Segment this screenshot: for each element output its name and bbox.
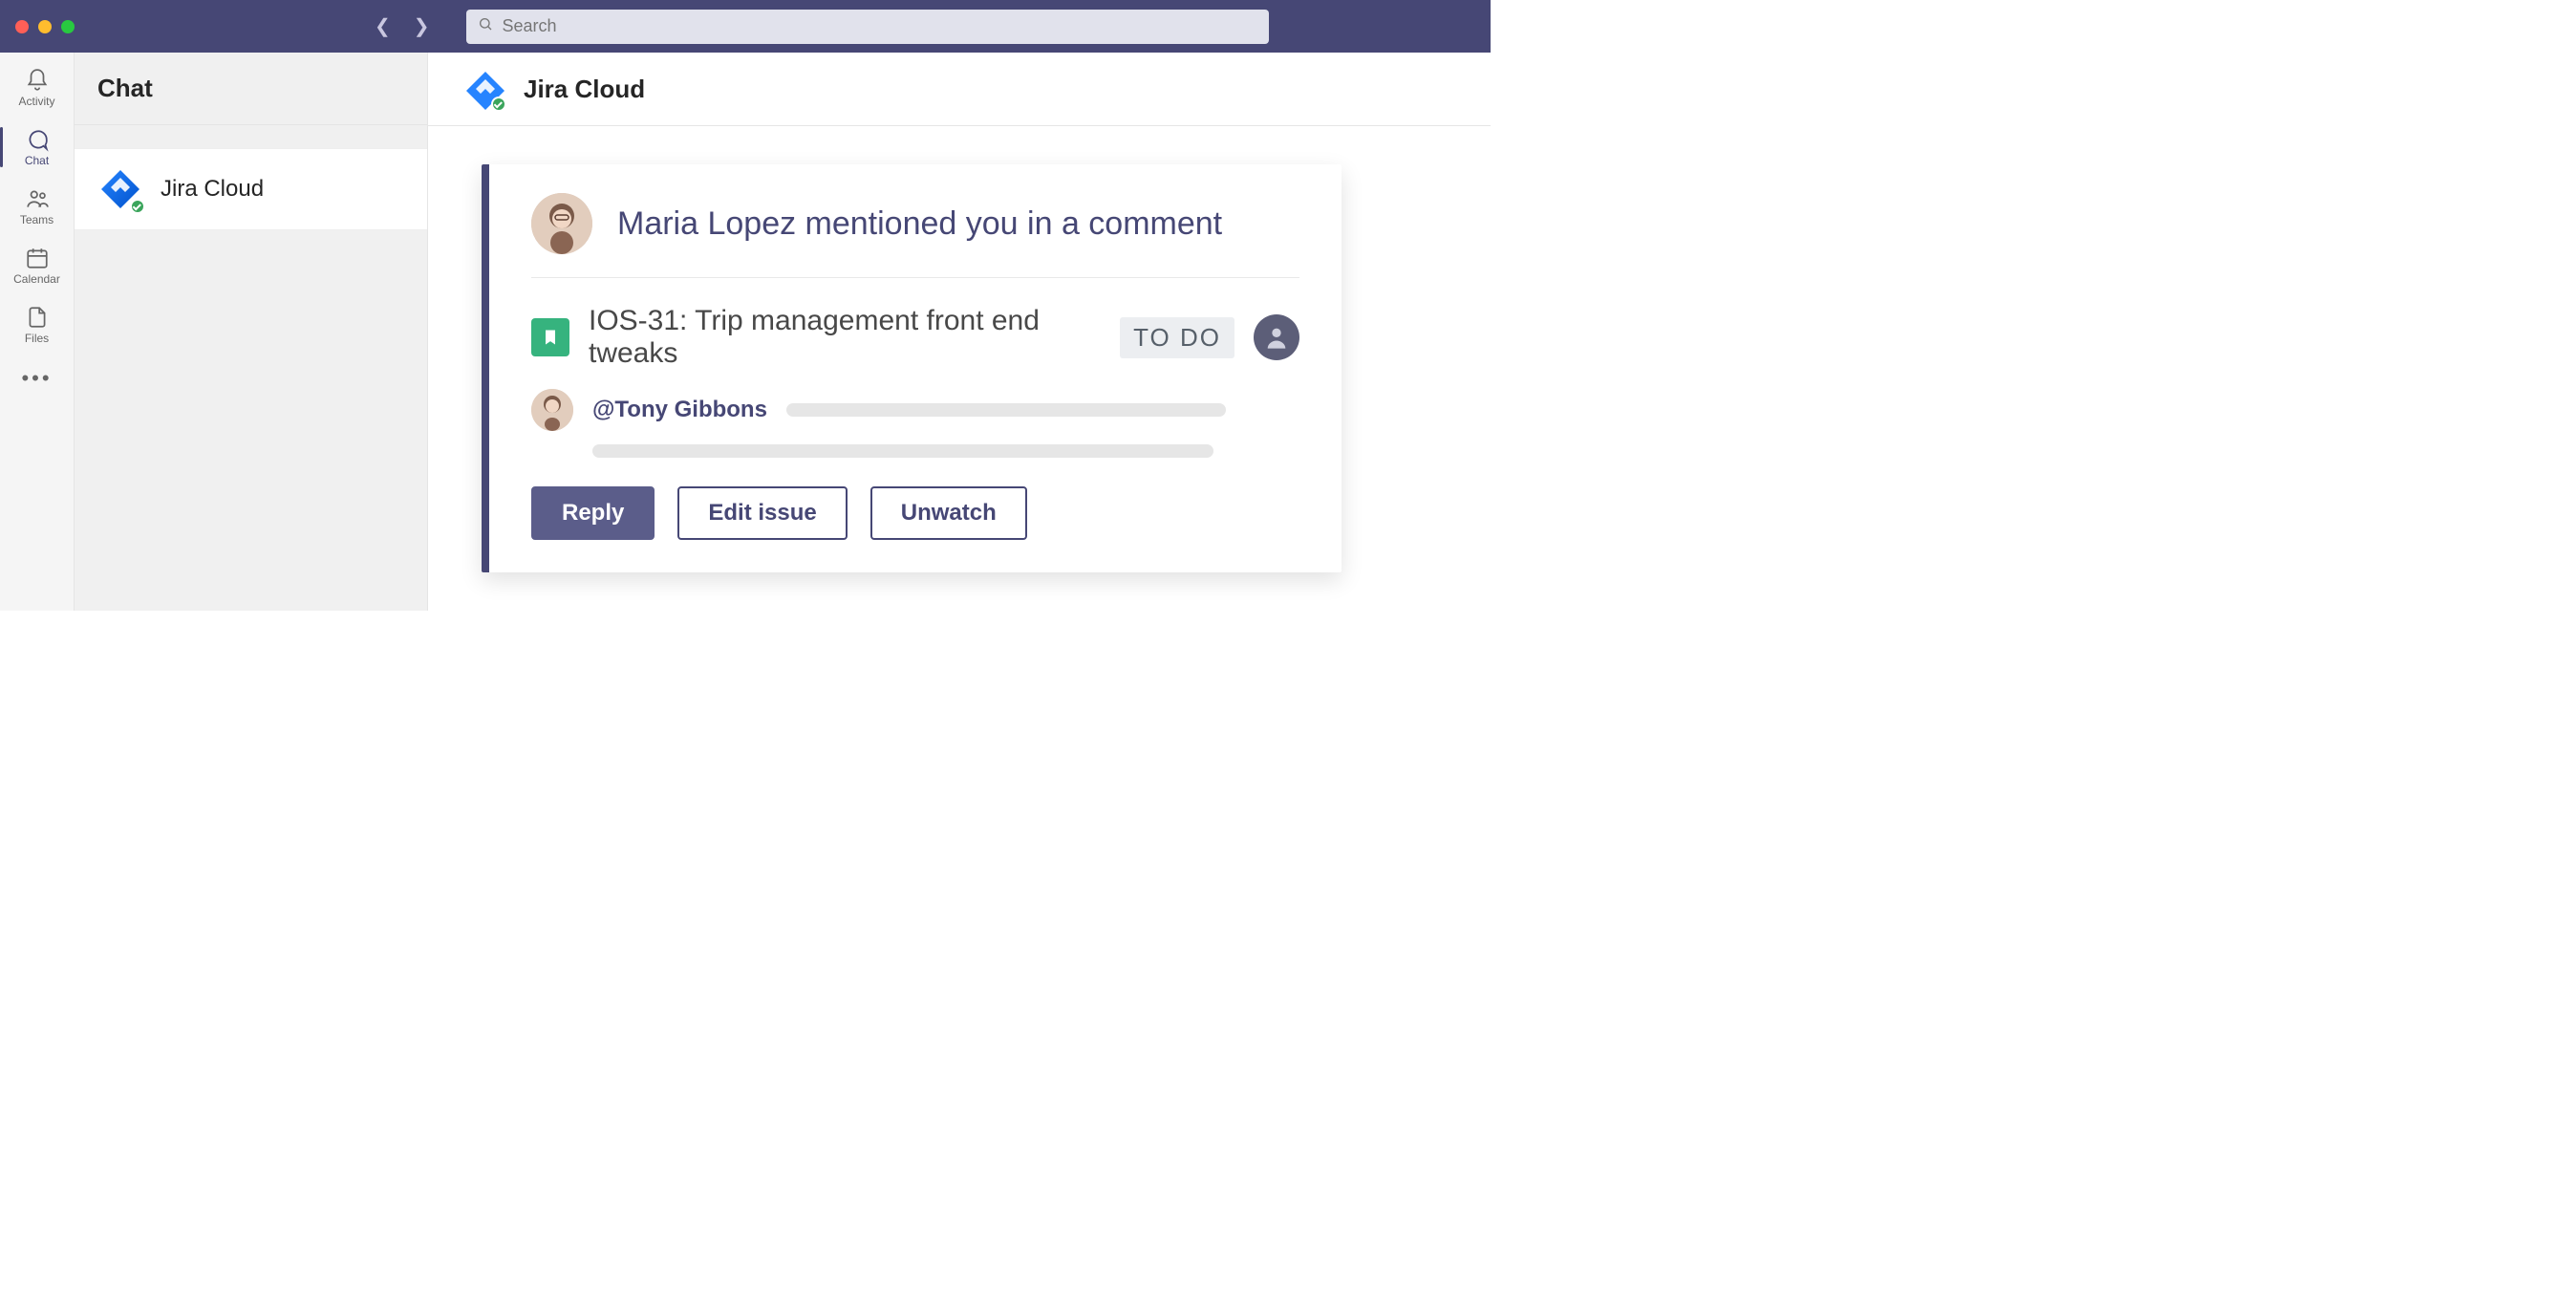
presence-available-icon	[491, 97, 506, 112]
comment-preview: @Tony Gibbons	[531, 370, 1299, 431]
rail-activity-label: Activity	[18, 95, 54, 108]
title-bar: ❮ ❯	[0, 0, 1491, 53]
rail-chat-label: Chat	[25, 154, 49, 167]
jira-icon	[97, 166, 143, 212]
calendar-icon	[25, 246, 50, 270]
search-icon	[478, 16, 493, 36]
chat-list-header: Chat	[75, 53, 427, 125]
rail-more-button[interactable]: •••	[21, 360, 52, 391]
presence-available-icon	[130, 199, 145, 214]
card-actions: Reply Edit issue Unwatch	[531, 458, 1299, 540]
rail-teams[interactable]: Teams	[0, 183, 74, 230]
chat-item-jira-cloud[interactable]: Jira Cloud	[75, 148, 427, 230]
reply-button[interactable]: Reply	[531, 486, 655, 540]
chat-list-panel: Chat	[75, 53, 428, 611]
issue-title: IOS-31: Trip management front end tweaks	[589, 305, 1101, 370]
commenter-avatar	[531, 389, 573, 431]
rail-activity[interactable]: Activity	[0, 64, 74, 112]
rail-files[interactable]: Files	[0, 301, 74, 349]
close-window-button[interactable]	[15, 20, 29, 33]
edit-issue-button[interactable]: Edit issue	[677, 486, 847, 540]
conversation-header: Jira Cloud	[428, 53, 1491, 126]
search-input[interactable]	[503, 16, 1257, 36]
back-button[interactable]: ❮	[375, 14, 391, 38]
conversation-panel: Jira Cloud	[428, 53, 1491, 611]
bell-icon	[25, 68, 50, 93]
issue-status-badge: TO DO	[1120, 317, 1234, 358]
app-rail: Activity Chat Teams Calendar	[0, 53, 75, 611]
rail-files-label: Files	[25, 332, 49, 345]
chat-icon	[25, 127, 50, 152]
maximize-window-button[interactable]	[61, 20, 75, 33]
mention-text: @Tony Gibbons	[592, 397, 767, 423]
history-nav: ❮ ❯	[375, 14, 430, 38]
people-icon	[25, 186, 50, 211]
unwatch-button[interactable]: Unwatch	[870, 486, 1027, 540]
file-icon	[25, 305, 50, 330]
minimize-window-button[interactable]	[38, 20, 52, 33]
chat-item-title: Jira Cloud	[161, 176, 264, 203]
story-type-icon	[531, 318, 569, 356]
issue-row[interactable]: IOS-31: Trip management front end tweaks…	[531, 278, 1299, 370]
assignee-avatar	[1254, 314, 1299, 360]
rail-calendar-label: Calendar	[13, 272, 60, 286]
rail-chat[interactable]: Chat	[0, 123, 74, 171]
search-box[interactable]	[466, 10, 1269, 44]
author-avatar	[531, 193, 592, 254]
comment-text-placeholder	[786, 403, 1226, 417]
rail-teams-label: Teams	[20, 213, 54, 226]
comment-text-placeholder	[592, 444, 1213, 458]
jira-icon	[462, 68, 504, 110]
card-headline: Maria Lopez mentioned you in a comment	[617, 205, 1222, 243]
conversation-title: Jira Cloud	[524, 75, 645, 104]
rail-calendar[interactable]: Calendar	[0, 242, 74, 290]
forward-button[interactable]: ❯	[414, 14, 430, 38]
notification-card: Maria Lopez mentioned you in a comment I…	[482, 164, 1342, 572]
window-controls	[11, 20, 75, 33]
